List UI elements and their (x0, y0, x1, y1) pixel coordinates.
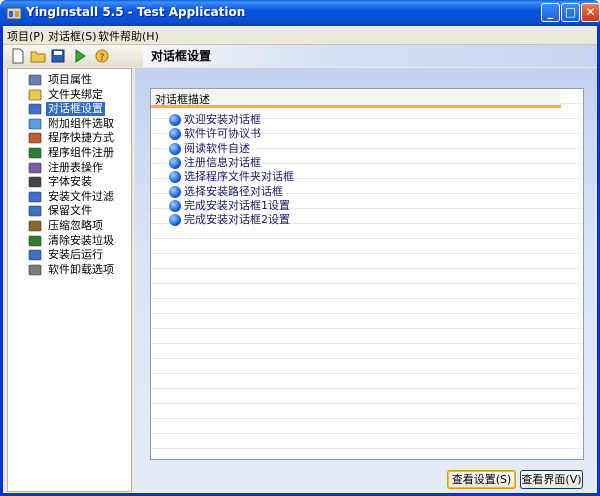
list-item-label: 完成安装对话框2设置 (184, 213, 290, 227)
registry-icon (28, 162, 42, 173)
sidebar-item-label: 对话框设置 (46, 102, 105, 117)
sidebar-item-label: 字体安装 (48, 175, 92, 189)
sidebar-item-label: 注册表操作 (48, 160, 103, 174)
sidebar-item-label: 附加组件选取 (48, 116, 114, 130)
dialog-icon (28, 103, 42, 115)
list-header[interactable]: 对话框描述 (151, 89, 561, 108)
sidebar-item-label: 压缩忽略项 (48, 219, 103, 232)
globe-icon (169, 199, 181, 212)
list-header-label: 对话框描述 (155, 93, 210, 106)
maximize-button[interactable]: □ (561, 3, 580, 22)
sidebar-item-label: 清除安装垃圾 (48, 233, 114, 247)
save-icon[interactable] (50, 48, 66, 64)
app-icon (6, 7, 22, 20)
app-window: YingInstall 5.5 - Test Application _ □ ✕… (0, 0, 600, 496)
register-icon (28, 147, 42, 159)
maximize-icon: □ (564, 5, 577, 19)
sidebar: 项目属性 文件夹绑定 对话框设置 附加组件选取 程序快捷方式 程序组件注册 注册表操作 字体安… (7, 68, 132, 492)
main-panel: 对话框描述 欢迎安装对话框 软件许可协议书 阅读软件自述 注册信息对话框 选择程序文件夹… (135, 68, 597, 492)
uninstall-icon (28, 264, 42, 276)
sidebar-item-label: 安装后运行 (48, 248, 103, 262)
close-icon: ✕ (585, 5, 596, 19)
list-item-label: 软件许可协议书 (184, 127, 261, 141)
open-folder-icon[interactable] (30, 48, 46, 64)
view-settings-button[interactable]: 查看设置(S) (447, 470, 516, 489)
sidebar-item-label: 保留文件 (48, 204, 92, 218)
list-item-label: 阅读软件自述 (184, 141, 250, 155)
folder-icon (28, 89, 42, 100)
dialog-list[interactable]: 对话框描述 欢迎安装对话框 软件许可协议书 阅读软件自述 注册信息对话框 选择程序文件夹… (150, 88, 584, 460)
sidebar-item-label: 安装文件过滤 (48, 189, 114, 203)
header-strip (143, 45, 597, 67)
page-title: 对话框设置 (151, 49, 212, 63)
filter-icon (28, 191, 42, 203)
clean-icon (28, 235, 42, 246)
component-icon (28, 118, 42, 130)
title-bar[interactable]: YingInstall 5.5 - Test Application _ □ ✕ (0, 0, 600, 26)
compress-icon (28, 220, 42, 232)
close-button[interactable]: ✕ (581, 3, 600, 22)
globe-icon (169, 214, 181, 227)
run-icon[interactable] (72, 48, 88, 64)
globe-icon (169, 185, 181, 198)
globe-icon (169, 156, 181, 169)
globe-icon (169, 114, 181, 126)
globe-icon (169, 128, 181, 141)
menu-dialog[interactable]: 对话框(S) (48, 28, 97, 44)
menu-help[interactable]: 软件帮助(H) (98, 28, 159, 44)
minimize-button[interactable]: _ (541, 3, 560, 22)
window-title: YingInstall 5.5 - Test Application (26, 5, 246, 19)
shortcut-icon (28, 133, 42, 144)
font-icon (28, 176, 42, 188)
sidebar-item-label: 项目属性 (48, 73, 92, 86)
properties-icon (28, 74, 42, 86)
sidebar-item-label: 软件卸载选项 (48, 262, 114, 276)
help-icon[interactable]: ? (94, 48, 110, 64)
list-item-label: 完成安装对话框1设置 (184, 198, 290, 212)
sidebar-item-label: 文件夹绑定 (48, 87, 103, 101)
globe-icon (169, 142, 181, 155)
keep-file-icon (28, 206, 42, 217)
list-item-label: 选择安装路径对话框 (184, 184, 283, 198)
run-after-icon (28, 249, 42, 261)
list-item-label: 欢迎安装对话框 (184, 113, 261, 126)
menu-project[interactable]: 项目(P) (7, 28, 44, 44)
sidebar-item-label: 程序组件注册 (48, 146, 114, 159)
menu-bar: 项目(P) 对话框(S) 软件帮助(H) (3, 26, 597, 45)
view-ui-button[interactable]: 查看界面(V) (520, 470, 583, 489)
list-item-label: 选择程序文件夹对话框 (184, 170, 294, 184)
list-item-label: 注册信息对话框 (184, 155, 261, 169)
globe-icon (169, 171, 181, 184)
minimize-icon: _ (547, 5, 554, 19)
sidebar-item-label: 程序快捷方式 (48, 131, 114, 145)
svg-text:?: ? (100, 53, 105, 63)
new-file-icon[interactable] (10, 48, 26, 64)
